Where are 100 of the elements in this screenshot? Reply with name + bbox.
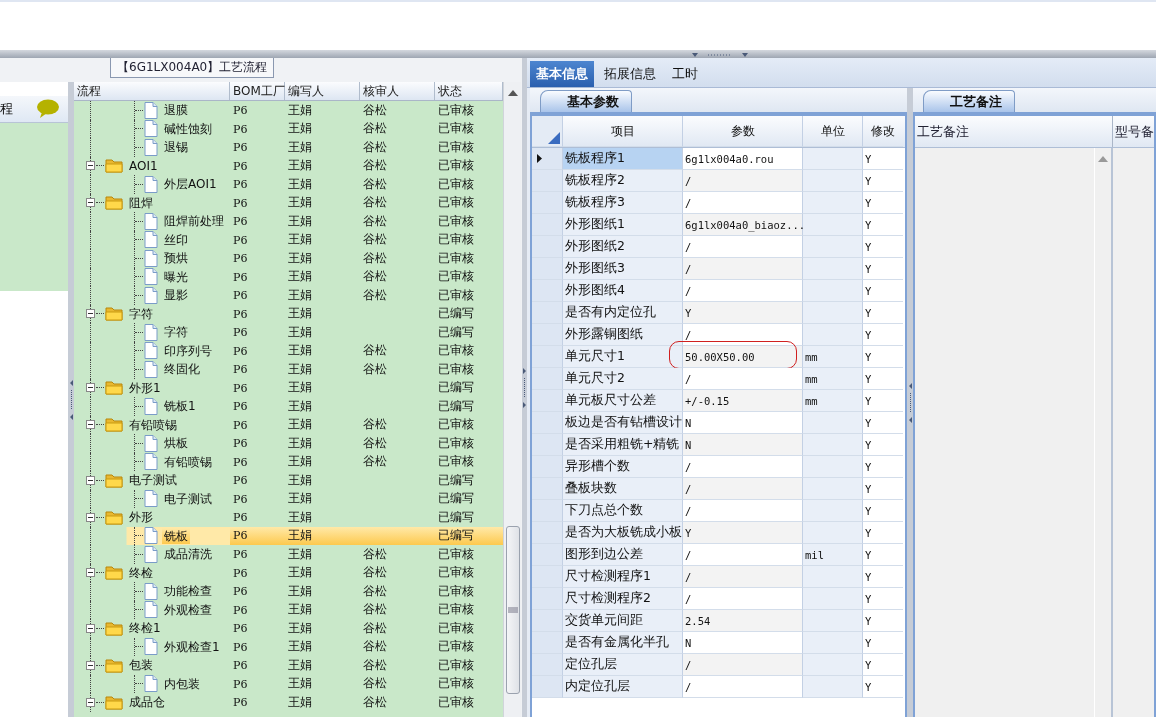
tree-item[interactable]: 外层AOI1 — [162, 176, 219, 193]
tree-item[interactable]: 铣板1 — [162, 398, 198, 415]
tree-item[interactable]: AOI1 — [127, 157, 160, 174]
column-header[interactable]: 项目 — [563, 116, 683, 147]
tree-item[interactable]: 曝光 — [162, 268, 190, 285]
tree-item[interactable]: 电子测试 — [162, 490, 214, 507]
tree-item[interactable]: 终固化 — [162, 361, 202, 378]
table-cell: 谷松 — [363, 657, 387, 672]
tree-item[interactable]: 成品清洗 — [162, 546, 214, 563]
table-cell: P6 — [233, 215, 248, 229]
tree-item[interactable]: 退膜 — [162, 102, 190, 119]
tree-item[interactable]: 内包装 — [162, 675, 202, 692]
tree-item[interactable]: 终检 — [127, 564, 155, 581]
splitter-handle[interactable] — [907, 88, 913, 717]
column-header[interactable]: 参数 — [683, 116, 803, 147]
table-cell: P6 — [233, 344, 248, 358]
column-header[interactable]: 核审人 — [360, 82, 435, 100]
column-header[interactable]: 工艺备注 — [915, 116, 1113, 147]
collapse-toggle-icon[interactable] — [86, 568, 95, 578]
tab[interactable]: 基本信息 — [530, 61, 594, 87]
collapse-toggle-icon[interactable] — [86, 697, 95, 707]
table-cell: 单元尺寸2 — [563, 368, 683, 390]
table-cell: / — [683, 654, 803, 676]
tree-item[interactable]: 字符 — [162, 324, 190, 341]
tree-item[interactable]: 外观检查1 — [162, 638, 222, 655]
table-cell: / — [683, 236, 803, 258]
table-cell: 王娟 — [288, 121, 312, 136]
tree-item[interactable]: 预烘 — [162, 250, 190, 267]
tree-item[interactable]: 显影 — [162, 287, 190, 304]
tree-item[interactable]: 功能检查 — [162, 583, 214, 600]
collapse-toggle-icon[interactable] — [86, 660, 95, 670]
tree-item[interactable]: 烘板 — [162, 435, 190, 452]
table-cell: 已编写 — [438, 398, 474, 413]
panel-tab[interactable]: 工艺备注 — [923, 90, 1015, 112]
tree-item[interactable]: 阻焊前处理 — [162, 213, 226, 230]
tree-item[interactable]: 印序列号 — [162, 342, 214, 359]
table-cell: 谷松 — [363, 269, 387, 284]
column-header[interactable]: 型号备 — [1113, 116, 1154, 147]
table-cell: 王娟 — [288, 417, 312, 432]
collapse-toggle-icon[interactable] — [86, 475, 95, 485]
table-cell: Y — [683, 522, 803, 544]
scrollbar-thumb[interactable] — [505, 526, 520, 694]
tree-item[interactable]: 退锡 — [162, 139, 190, 156]
tree-item[interactable]: 包装 — [127, 657, 155, 674]
table-cell: 已审核 — [438, 232, 474, 247]
folder-icon — [105, 472, 123, 488]
tree-item[interactable]: 终检1 — [127, 620, 163, 637]
table-cell: 50.00X50.00 — [683, 346, 803, 368]
tree-item[interactable]: 有铅喷锡 — [127, 416, 179, 433]
column-header[interactable]: 编写人 — [285, 82, 360, 100]
tree-item[interactable]: 有铅喷锡 — [162, 453, 214, 470]
column-header[interactable]: 修改 — [863, 116, 903, 147]
table-cell: 已审核 — [438, 676, 474, 691]
collapse-toggle-icon[interactable] — [86, 420, 95, 430]
tab[interactable]: 拓展信息 — [598, 61, 662, 87]
table-cell — [803, 676, 863, 698]
tree-item[interactable]: 外形1 — [127, 379, 163, 396]
column-header[interactable]: 单位 — [803, 116, 863, 147]
collapse-toggle-icon[interactable] — [86, 623, 95, 633]
column-header[interactable]: BOM工厂 — [230, 82, 285, 100]
table-cell: 王娟 — [288, 380, 312, 395]
collapse-toggle-icon[interactable] — [86, 198, 95, 208]
scroll-up-icon[interactable] — [507, 90, 518, 96]
table-cell: 谷松 — [363, 343, 387, 358]
table-cell — [803, 610, 863, 632]
table-cell: 尺寸检测程序2 — [563, 588, 683, 610]
tree-item[interactable]: 字符 — [127, 305, 155, 322]
table-cell: P6 — [233, 196, 248, 210]
table-cell: 已编写 — [438, 324, 474, 339]
table-cell: 谷松 — [363, 287, 387, 302]
splitter-handle[interactable] — [522, 58, 527, 717]
tree-item[interactable]: 外观检查 — [162, 601, 214, 618]
document-icon — [144, 138, 158, 156]
table-cell: / — [683, 588, 803, 610]
table-cell: / — [683, 324, 803, 346]
collapse-toggle-icon[interactable] — [86, 512, 95, 522]
collapse-toggle-icon[interactable] — [86, 161, 95, 171]
table-cell: P6 — [233, 233, 248, 247]
splitter-handle[interactable] — [68, 82, 74, 717]
collapse-toggle-icon[interactable] — [86, 309, 95, 319]
tree-item[interactable]: 外形 — [127, 509, 155, 526]
table-cell: 外形图纸4 — [563, 280, 683, 302]
document-icon — [144, 582, 158, 600]
tree-item[interactable]: 阻焊 — [127, 194, 155, 211]
column-header[interactable]: 流程 — [74, 82, 230, 100]
tree-item[interactable]: 成品仓 — [127, 694, 167, 711]
table-cell: 单元尺寸1 — [563, 346, 683, 368]
row-header[interactable] — [532, 148, 563, 170]
tab[interactable]: 工时 — [666, 61, 704, 87]
tree-item[interactable]: 铣板 — [162, 527, 190, 544]
panel-tab[interactable]: 基本参数 — [540, 90, 632, 112]
table-cell: P6 — [233, 529, 248, 543]
table-cell: 已编写 — [438, 491, 474, 506]
tree-item[interactable]: 丝印 — [162, 231, 190, 248]
tree-item[interactable]: 电子测试 — [127, 472, 179, 489]
collapse-toggle-icon[interactable] — [86, 383, 95, 393]
splitter-handle[interactable] — [690, 52, 750, 58]
process-tab[interactable]: 【6G1LX004A0】工艺流程 — [110, 58, 275, 78]
tree-item[interactable]: 碱性蚀刻 — [162, 120, 214, 137]
table-cell: 已审核 — [438, 454, 474, 469]
